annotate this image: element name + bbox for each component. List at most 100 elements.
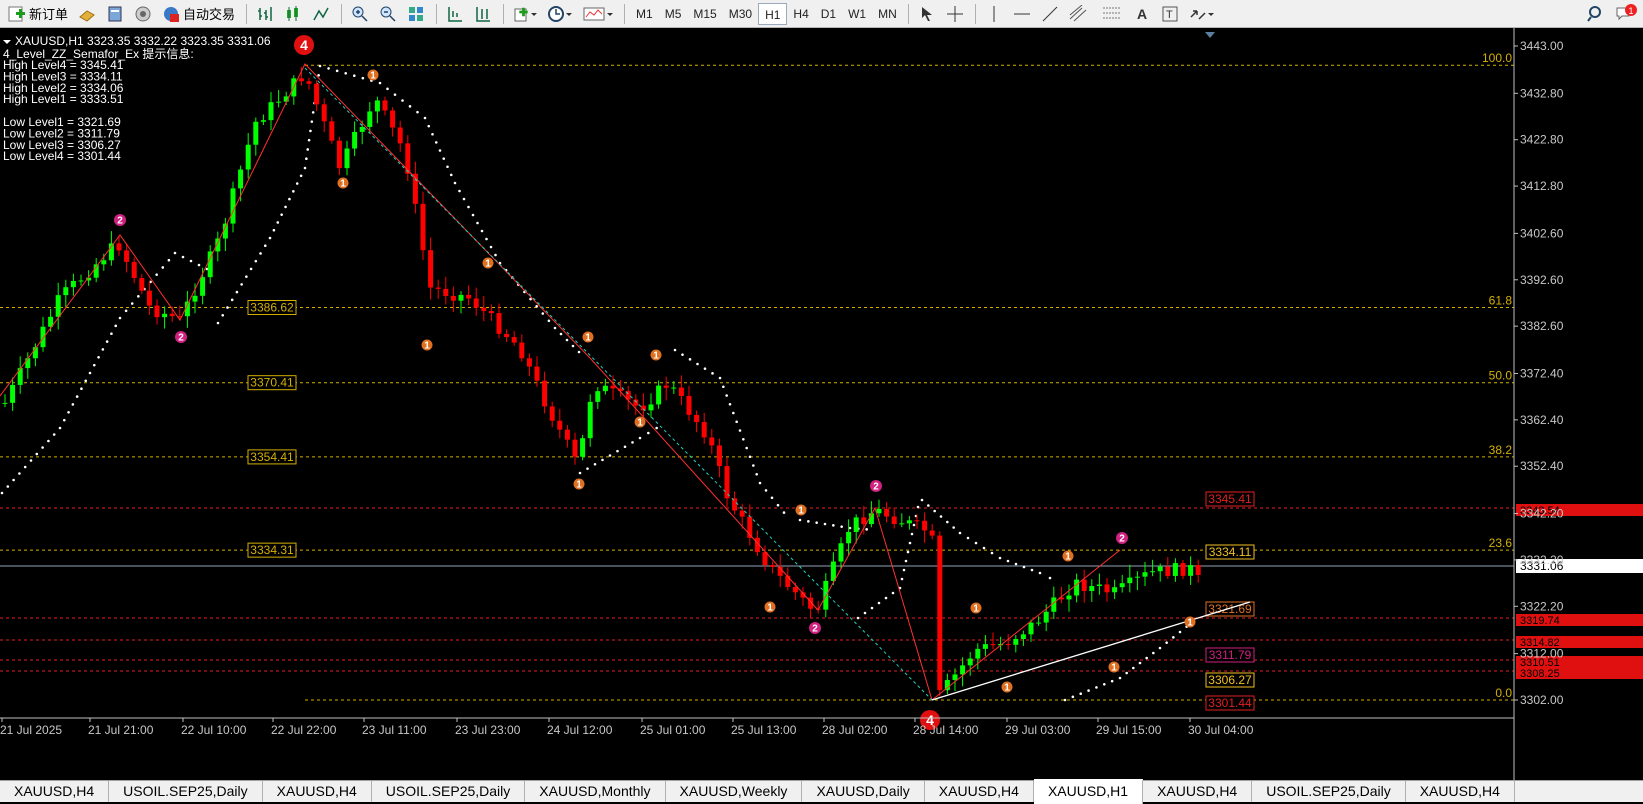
svg-text:T: T — [1166, 9, 1173, 21]
vertical-line-button[interactable] — [981, 2, 1007, 26]
chart-shift-button[interactable] — [442, 2, 468, 26]
search-button[interactable] — [1583, 2, 1609, 26]
timeframe-m5[interactable]: M5 — [659, 3, 688, 25]
zoom-out-button[interactable] — [375, 2, 401, 26]
chart-tab[interactable]: USOIL.SEP25,Daily — [1252, 781, 1406, 802]
line-chart-button[interactable] — [308, 2, 334, 26]
candle-body — [1165, 566, 1171, 576]
sar-dot — [770, 496, 774, 500]
sar-dot — [427, 124, 431, 128]
sar-dot — [703, 367, 707, 370]
candle-body — [238, 169, 244, 189]
sar-dot — [101, 348, 105, 351]
chart-tab[interactable]: XAUUSD,Monthly — [525, 781, 666, 802]
chart-tab[interactable]: XAUUSD,H1 — [1033, 779, 1144, 804]
sar-dot — [752, 464, 755, 467]
indicators-button[interactable] — [509, 2, 541, 26]
chart-tab[interactable]: XAUUSD,Weekly — [666, 781, 803, 802]
time-tick-label: 25 Jul 01:00 — [640, 723, 706, 737]
sar-dot — [616, 449, 619, 453]
trendline-button[interactable] — [1037, 2, 1063, 26]
text-label-icon: T — [1162, 6, 1178, 21]
sar-dot — [1145, 656, 1148, 660]
timeframe-h4[interactable]: H4 — [787, 3, 814, 25]
chart-tab[interactable]: USOIL.SEP25,Daily — [109, 781, 263, 802]
level-price-label: 3319.74 — [1520, 615, 1560, 627]
candle-body — [1134, 576, 1140, 578]
candle-body — [861, 517, 867, 525]
chart-tabs: XAUUSD,H4 USOIL.SEP25,Daily XAUUSD,H4 USOIL… — [0, 779, 1643, 804]
sar-dot — [449, 173, 453, 177]
crosshair-tool-button[interactable] — [942, 2, 968, 26]
arrows-button[interactable] — [1185, 2, 1219, 26]
chart-tab[interactable]: USOIL.SEP25,Daily — [372, 781, 526, 802]
sar-dot — [755, 472, 758, 476]
candle-body — [1066, 595, 1072, 600]
candle-body — [906, 520, 912, 524]
bar-chart-button[interactable] — [252, 2, 278, 26]
toolbar-separator — [436, 3, 438, 24]
chart-tab[interactable]: XAUUSD,Daily — [802, 781, 925, 802]
chat-button[interactable]: 1 — [1611, 2, 1641, 26]
sar-dot — [97, 355, 100, 359]
timeframe-m15[interactable]: M15 — [687, 3, 722, 25]
tile-windows-button[interactable] — [403, 2, 429, 26]
candle-body — [678, 387, 684, 396]
fibonacci-icon — [1102, 7, 1121, 18]
templates-button[interactable] — [579, 2, 617, 26]
horizontal-line-button[interactable] — [1009, 2, 1035, 26]
candle-body — [314, 83, 320, 105]
timeframe-w1[interactable]: W1 — [842, 3, 872, 25]
price-chart[interactable]: 100.0 61.8 50.0 38.2 23.6 0.0 3386.62 3370.41 33… — [0, 28, 1643, 780]
sar-dot — [725, 394, 728, 397]
candle-body — [1127, 577, 1133, 584]
search-icon — [1587, 5, 1601, 22]
chart-tab[interactable]: XAUUSD,H4 — [0, 781, 110, 802]
periods-button[interactable] — [543, 2, 577, 26]
candle-body — [139, 278, 145, 291]
autoscroll-button[interactable] — [470, 2, 496, 26]
sar-dot — [230, 298, 234, 302]
channel-button[interactable] — [1065, 2, 1095, 26]
auto-trade-button[interactable]: 自动交易 — [158, 2, 239, 26]
timeframe-m30[interactable]: M30 — [723, 3, 758, 25]
semafor-mark-label: 1 — [576, 480, 582, 491]
semafor-mark-label: 1 — [340, 179, 346, 190]
timeframe-mn[interactable]: MN — [872, 3, 903, 25]
candlestick-button[interactable] — [280, 2, 306, 26]
candle-body — [63, 287, 69, 296]
price-tick-label: 3372.40 — [1520, 366, 1564, 380]
sar-dot — [226, 306, 229, 309]
sar-dot — [974, 541, 978, 545]
candle-body — [785, 575, 791, 588]
data-window-button[interactable] — [102, 2, 128, 26]
candle-body — [990, 644, 996, 646]
zoom-in-button[interactable] — [347, 2, 373, 26]
candle-body — [1195, 565, 1201, 575]
text-label-button[interactable]: T — [1157, 2, 1183, 26]
sar-dot — [181, 255, 185, 259]
sar-dot — [547, 319, 551, 323]
cursor-tool-button[interactable] — [914, 2, 940, 26]
sar-dot — [292, 190, 295, 193]
sar-dot — [681, 353, 684, 356]
chart-tab[interactable]: XAUUSD,H4 — [925, 781, 1034, 802]
price-tick-label: 3362.40 — [1520, 413, 1564, 427]
sar-dot — [1172, 636, 1175, 639]
text-tool-button[interactable]: A — [1129, 2, 1155, 26]
market-watch-button[interactable] — [74, 2, 100, 26]
fib-price-label: 3334.31 — [250, 543, 294, 557]
fibonacci-button[interactable] — [1097, 2, 1127, 26]
timeframe-h1[interactable]: H1 — [758, 2, 788, 25]
sar-dot — [1087, 689, 1090, 692]
sar-dot — [593, 462, 597, 466]
chart-tab[interactable]: XAUUSD,H4 — [1406, 781, 1515, 802]
timeframe-d1[interactable]: D1 — [815, 3, 842, 25]
navigator-button[interactable] — [130, 2, 156, 26]
new-order-button[interactable]: 新订单 — [4, 2, 72, 26]
candle-body — [101, 260, 107, 265]
timeframe-m1[interactable]: M1 — [630, 3, 659, 25]
chart-tab[interactable]: XAUUSD,H4 — [1143, 781, 1253, 802]
chart-tab[interactable]: XAUUSD,H4 — [263, 781, 372, 802]
candle-body — [321, 104, 327, 122]
